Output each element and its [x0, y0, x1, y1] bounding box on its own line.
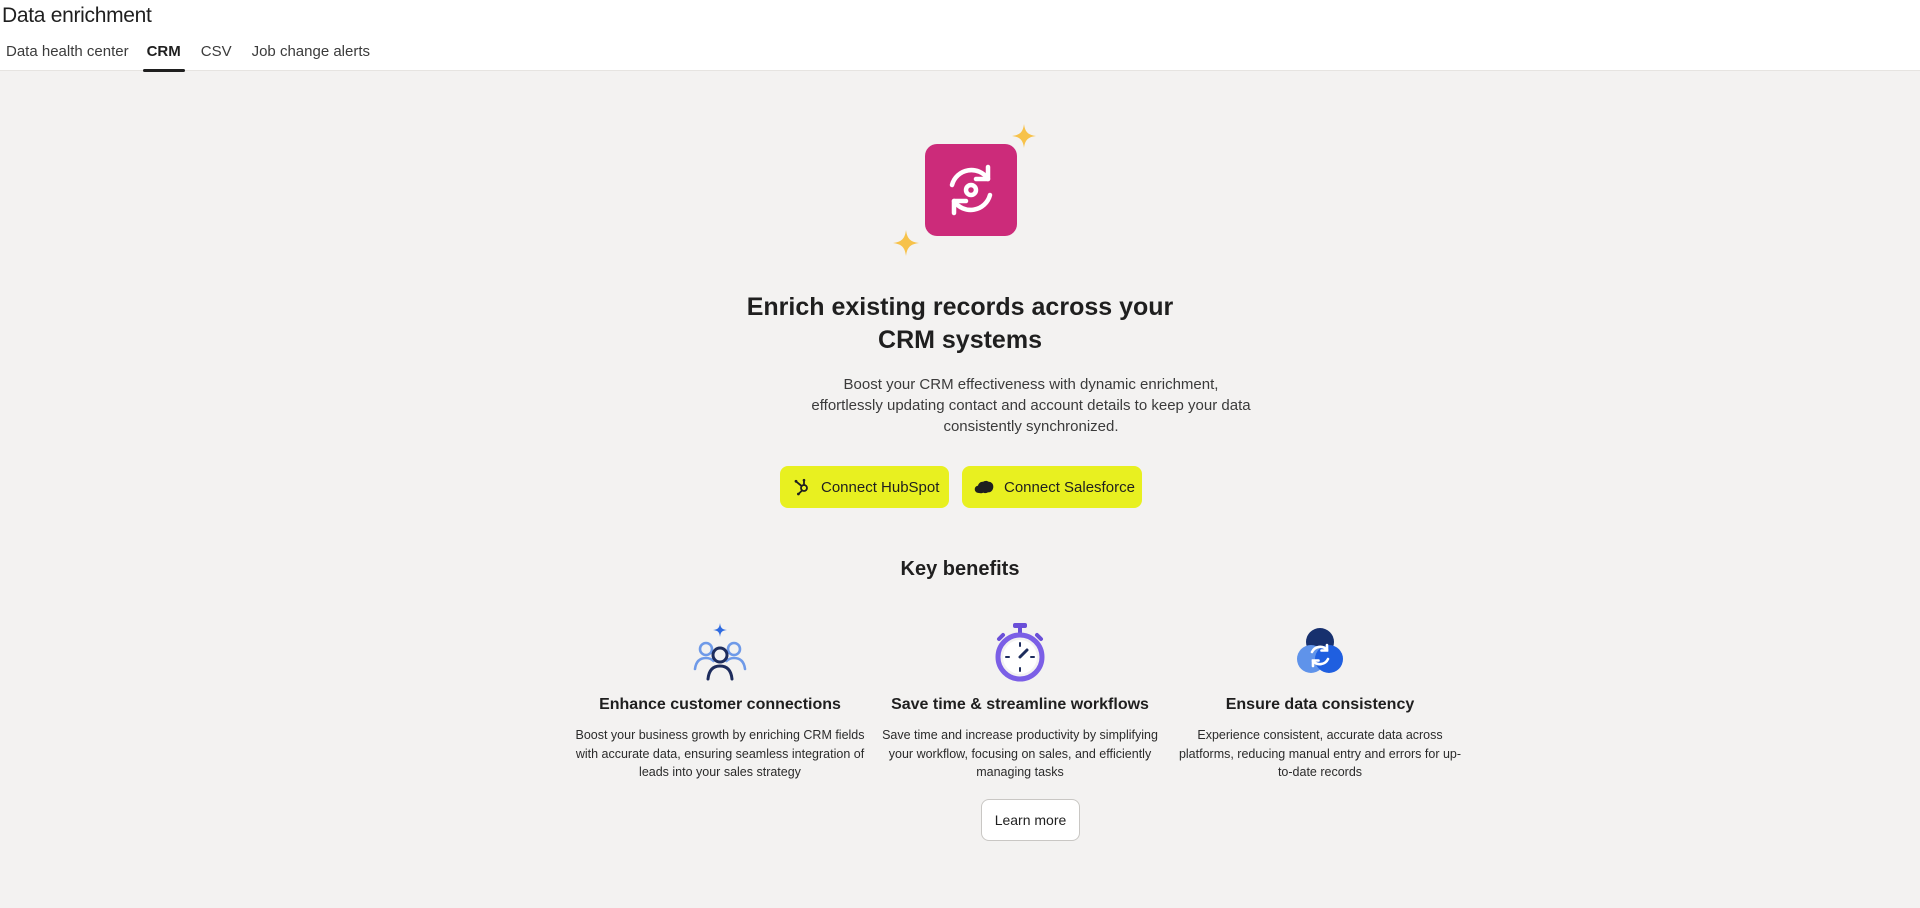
- hero-headline-line1: Enrich existing records across your: [746, 293, 1174, 321]
- stopwatch-icon: [988, 620, 1052, 684]
- benefit-item: Ensure data consistency Experience consi…: [1170, 620, 1470, 782]
- benefit-text: Boost your business growth by enriching …: [575, 728, 865, 779]
- tab-csv[interactable]: CSV: [201, 40, 232, 71]
- tab-bar: Data health center CRM CSV Job change al…: [0, 40, 384, 72]
- benefits-list: Enhance customer connections Boost your …: [570, 620, 1470, 782]
- page-title: Data enrichment: [2, 4, 152, 27]
- connect-hubspot-button[interactable]: Connect HubSpot: [780, 466, 949, 508]
- benefit-text: Experience consistent, accurate data acr…: [1178, 728, 1462, 779]
- sparkle-icon: [893, 230, 919, 256]
- connect-salesforce-button[interactable]: Connect Salesforce: [962, 466, 1142, 508]
- benefit-title: Ensure data consistency: [1225, 696, 1415, 713]
- refresh-sync-icon: [925, 144, 1017, 236]
- key-benefits-title: Key benefits: [900, 558, 1020, 580]
- tab-data-health-center[interactable]: Data health center: [6, 40, 129, 71]
- hero-description: Boost your CRM effectiveness with dynami…: [811, 376, 1251, 435]
- benefit-title: Save time & streamline workflows: [891, 696, 1149, 713]
- learn-more-button[interactable]: Learn more: [981, 799, 1080, 841]
- tab-crm[interactable]: CRM: [142, 40, 185, 72]
- people-sparkle-icon: [688, 620, 752, 684]
- tab-job-change-alerts[interactable]: Job change alerts: [252, 40, 370, 71]
- salesforce-cloud-icon: [974, 480, 994, 494]
- sparkle-icon: [1012, 124, 1036, 148]
- sync-circles-icon: [1288, 620, 1352, 684]
- benefit-item: Save time & streamline workflows Save ti…: [870, 620, 1170, 782]
- hubspot-icon: [794, 478, 808, 496]
- benefit-text: Save time and increase productivity by s…: [882, 728, 1158, 779]
- benefit-item: Enhance customer connections Boost your …: [570, 620, 870, 782]
- hero-illustration: [893, 120, 1036, 260]
- connect-salesforce-label: Connect Salesforce: [1004, 478, 1135, 496]
- benefit-title: Enhance customer connections: [599, 696, 841, 713]
- connect-actions: Connect HubSpot Connect Salesforce: [0, 466, 1920, 508]
- hero-headline-line2: CRM systems: [878, 326, 1042, 354]
- connect-hubspot-label: Connect HubSpot: [821, 478, 940, 496]
- top-bar: Data enrichment Data health center CRM C…: [0, 0, 1920, 72]
- hero-headline: Enrich existing records across your CRM …: [0, 291, 1920, 357]
